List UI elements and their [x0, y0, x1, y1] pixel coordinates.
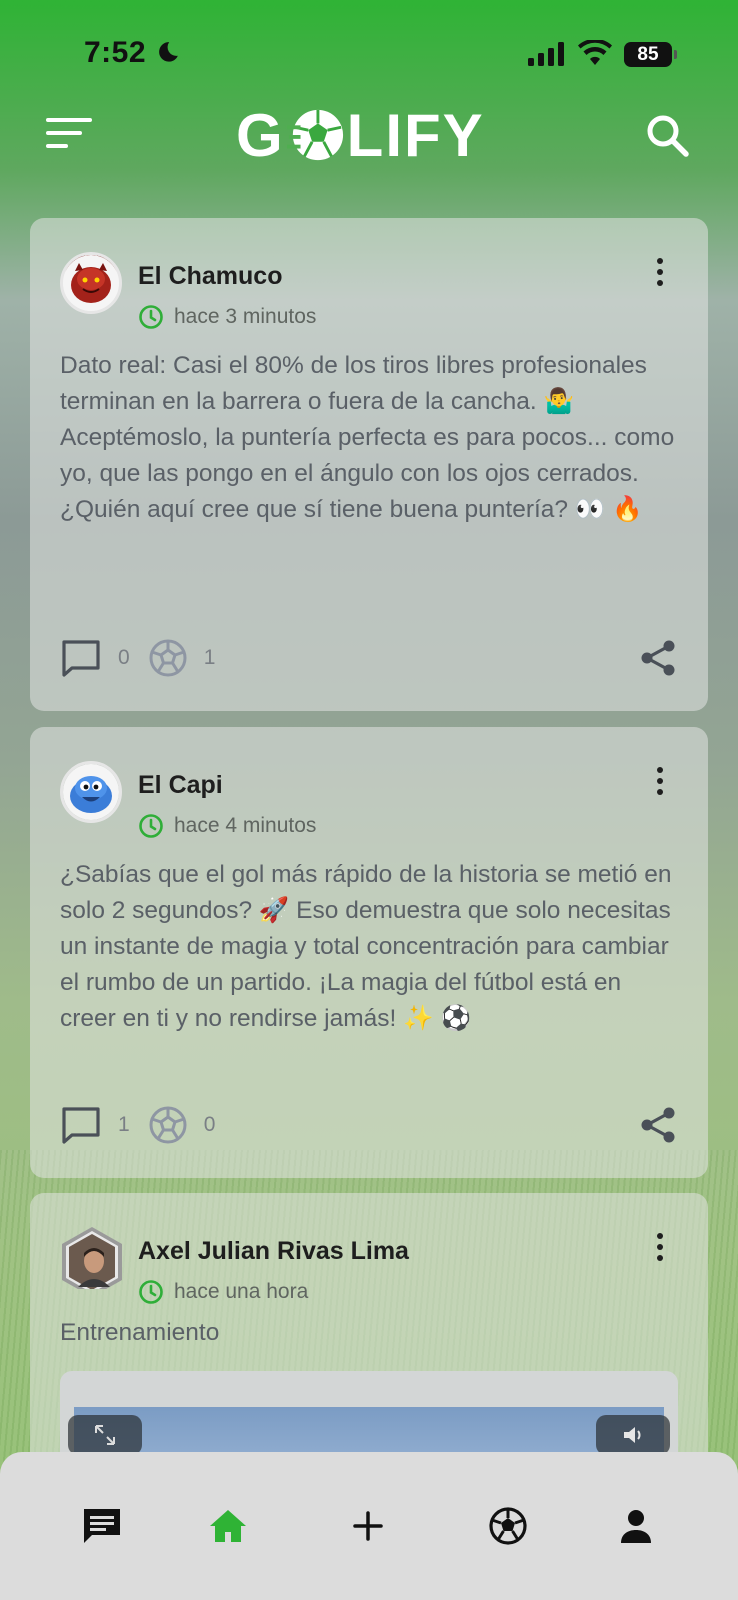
soccer-ball-icon [149, 1106, 187, 1144]
nav-home[interactable] [198, 1496, 258, 1556]
post-author[interactable]: El Chamuco [138, 262, 282, 291]
more-vertical-icon[interactable] [652, 258, 668, 290]
chat-icon [84, 1509, 120, 1543]
share-icon[interactable] [638, 1105, 678, 1145]
ball-reaction-button[interactable]: 0 [148, 1105, 234, 1145]
mute-button[interactable] [596, 1415, 670, 1455]
ball-count: 0 [203, 1113, 216, 1136]
post-author[interactable]: El Capi [138, 771, 223, 800]
cellular-signal-icon [528, 42, 564, 66]
volume-icon [624, 1427, 641, 1443]
status-bar: 7:52 85 [0, 0, 738, 108]
comment-count: 0 [118, 646, 130, 669]
post-actions: 0 1 [60, 636, 678, 680]
user-photo-avatar-icon [62, 1227, 122, 1289]
home-icon [210, 1510, 246, 1542]
more-vertical-icon[interactable] [652, 767, 668, 799]
comment-count: 1 [118, 1113, 130, 1136]
wifi-icon [578, 40, 612, 65]
clock-icon [139, 814, 163, 838]
avatar[interactable] [60, 252, 122, 314]
comment-button[interactable]: 0 [60, 638, 148, 678]
logo-soccer-ball-icon [286, 109, 343, 161]
add-icon [353, 1511, 383, 1541]
avatar[interactable] [60, 761, 122, 823]
comment-icon [62, 1107, 100, 1144]
post-author[interactable]: Axel Julian Rivas Lima [138, 1237, 409, 1266]
clock-icon [139, 305, 163, 329]
logo-text-left: G [236, 101, 285, 169]
ball-reaction-button[interactable]: 1 [148, 638, 234, 678]
search-icon[interactable] [644, 112, 690, 158]
soccer-ball-icon [149, 639, 187, 677]
profile-icon [621, 1510, 651, 1543]
app-header: G LIFY [0, 100, 738, 180]
bottom-navigation [0, 1452, 738, 1600]
post-card: El Chamuco hace 3 minutos Dato real: Cas… [30, 218, 708, 711]
nav-profile[interactable] [606, 1496, 666, 1556]
post-card: El Capi hace 4 minutos ¿Sabías que el go… [30, 727, 708, 1178]
devil-avatar-icon [63, 255, 119, 311]
blue-mascot-avatar-icon [63, 764, 119, 820]
post-timestamp: hace una hora [138, 1279, 308, 1305]
status-time: 7:52 [84, 36, 147, 69]
post-time-text: hace una hora [174, 1280, 309, 1303]
post-timestamp: hace 3 minutos [138, 304, 316, 330]
battery-indicator: 85 [624, 42, 672, 67]
menu-icon[interactable] [46, 118, 92, 152]
share-icon[interactable] [638, 638, 678, 678]
clock-icon [139, 1280, 163, 1304]
logo-text-right: LIFY [346, 101, 485, 169]
moon-icon [159, 42, 178, 62]
battery-tip [674, 50, 677, 59]
post-text: Entrenamiento [60, 1319, 220, 1346]
post-text: ¿Sabías que el gol más rápido de la hist… [60, 861, 672, 1032]
app-logo: G LIFY [236, 100, 498, 170]
nav-chat[interactable] [72, 1496, 132, 1556]
post-timestamp: hace 4 minutos [138, 813, 316, 839]
soccer-ball-icon [489, 1507, 527, 1545]
post-actions: 1 0 [60, 1103, 678, 1147]
post-time-text: hace 4 minutos [174, 814, 317, 837]
nav-soccer[interactable] [478, 1496, 538, 1556]
post-text: Dato real: Casi el 80% de los tiros libr… [60, 352, 675, 523]
avatar[interactable] [60, 1227, 122, 1289]
comment-icon [62, 640, 100, 677]
ball-count: 1 [203, 646, 216, 669]
nav-add[interactable] [338, 1496, 398, 1556]
expand-video-button[interactable] [68, 1415, 142, 1455]
more-vertical-icon[interactable] [652, 1233, 668, 1265]
expand-icon [95, 1425, 115, 1445]
post-time-text: hace 3 minutos [174, 305, 317, 328]
comment-button[interactable]: 1 [60, 1105, 148, 1145]
